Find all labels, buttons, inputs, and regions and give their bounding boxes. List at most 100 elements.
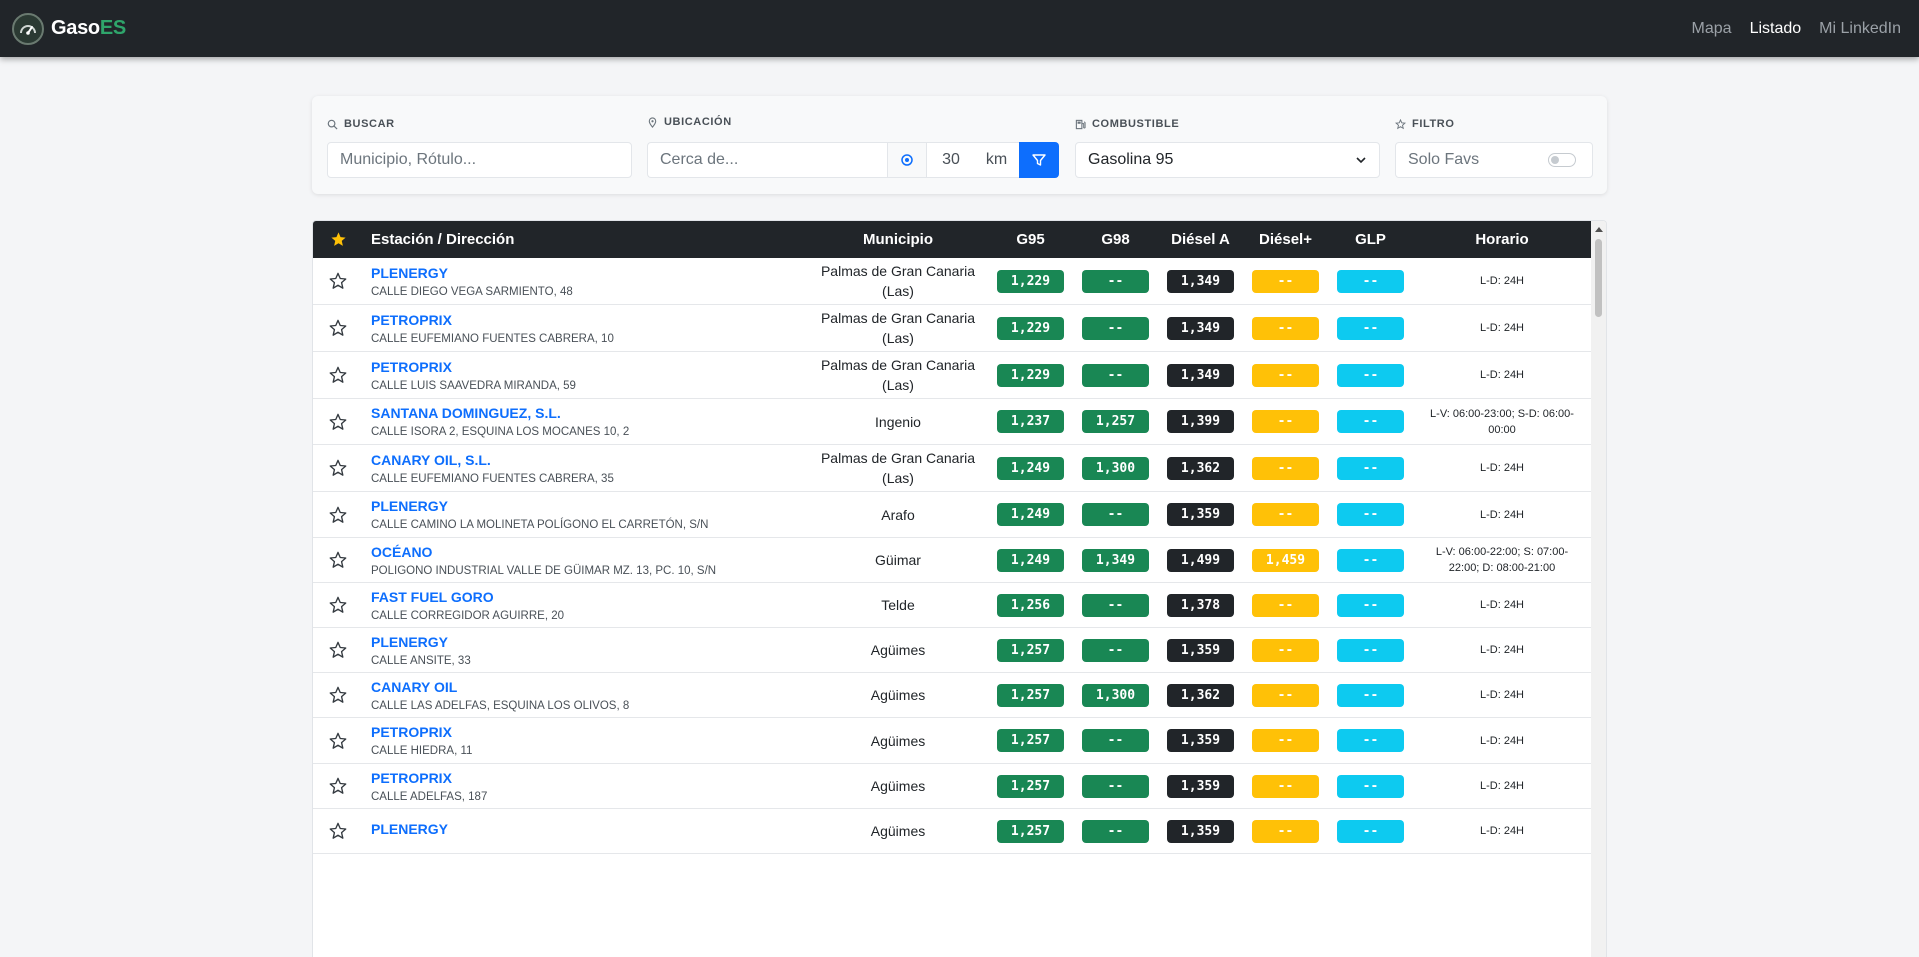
favorite-star-icon[interactable]	[313, 628, 363, 672]
favorite-star-icon[interactable]	[313, 809, 363, 853]
table-row[interactable]: CANARY OIL, S.L. CALLE EUFEMIANO FUENTES …	[313, 445, 1593, 492]
table-row[interactable]: FAST FUEL GORO CALLE CORREGIDOR AGUIRRE, …	[313, 583, 1593, 628]
table-row[interactable]: PETROPRIX CALLE EUFEMIANO FUENTES CABRERA…	[313, 305, 1593, 352]
price-g98: 1,257	[1082, 410, 1149, 433]
favorite-star-icon[interactable]	[313, 718, 363, 763]
favorite-star-icon[interactable]	[313, 445, 363, 491]
fuel-selected: Gasolina 95	[1088, 151, 1174, 168]
station-name[interactable]: CANARY OIL	[371, 679, 457, 695]
price-glp: --	[1337, 548, 1404, 572]
nav-link-linkedin[interactable]: Mi LinkedIn	[1819, 20, 1901, 38]
table-row[interactable]: PLENERGY CALLE DIEGO VEGA SARMIENTO, 48 Pa…	[313, 258, 1593, 305]
price-g95-cell: 1,249	[988, 492, 1073, 537]
locate-button[interactable]	[887, 142, 927, 178]
station-address: CALLE EUFEMIANO FUENTES CABRERA, 10	[371, 332, 614, 345]
price-g98-cell: 1,300	[1073, 673, 1158, 717]
location-input[interactable]: Cerca de...	[647, 142, 888, 178]
price-glp-cell: --	[1328, 258, 1413, 304]
price-diesel-plus: --	[1252, 729, 1319, 752]
price-g98-cell: --	[1073, 305, 1158, 351]
price-diesel-plus-cell: --	[1243, 809, 1328, 853]
apply-filter-button[interactable]	[1019, 142, 1059, 178]
price-glp-cell: --	[1328, 492, 1413, 537]
price-glp: --	[1337, 410, 1404, 433]
price-diesel-a: 1,359	[1167, 638, 1234, 662]
station-name[interactable]: OCÉANO	[371, 544, 432, 560]
header-diesel-a[interactable]: Diésel A	[1158, 221, 1243, 258]
price-g95-cell: 1,257	[988, 764, 1073, 808]
price-diesel-plus: --	[1252, 363, 1319, 387]
scrollbar[interactable]	[1591, 221, 1606, 957]
table-row[interactable]: PETROPRIX CALLE ADELFAS, 187 Agüimes 1,257-…	[313, 764, 1593, 809]
favorite-column-header[interactable]	[313, 221, 363, 258]
station-name[interactable]: PLENERGY	[371, 498, 448, 514]
table-row[interactable]: PLENERGY Agüimes 1,257 -- 1,359 -- -- L-D: 24H	[313, 809, 1593, 854]
table-row[interactable]: OCÉANO POLIGONO INDUSTRIAL VALLE DE GÜIMA…	[313, 538, 1593, 583]
header-glp[interactable]: GLP	[1328, 221, 1413, 258]
price-g95: 1,229	[997, 316, 1064, 340]
brand[interactable]: GasoES	[12, 12, 126, 45]
favorite-star-icon[interactable]	[313, 352, 363, 398]
station-cell: CANARY OIL, S.L. CALLE EUFEMIANO FUENTES …	[371, 445, 811, 491]
scroll-up-arrow[interactable]	[1591, 221, 1606, 236]
scrollbar-thumb[interactable]	[1595, 239, 1602, 317]
price-diesel-a: 1,349	[1167, 269, 1234, 293]
station-name[interactable]: PETROPRIX	[371, 359, 452, 375]
favorite-star-icon[interactable]	[313, 583, 363, 627]
header-municipio[interactable]: Municipio	[813, 221, 983, 258]
table-row[interactable]: PLENERGY CALLE CAMINO LA MOLINETA POLÍGON…	[313, 492, 1593, 538]
table-row[interactable]: SANTANA DOMINGUEZ, S.L. CALLE ISORA 2, ES…	[313, 399, 1593, 445]
table-header: Estación / Dirección Municipio G95 G98 D…	[313, 221, 1593, 258]
station-name[interactable]: PLENERGY	[371, 821, 448, 837]
table-row[interactable]: PETROPRIX CALLE LUIS SAAVEDRA MIRANDA, 59…	[313, 352, 1593, 399]
price-g95-cell: 1,237	[988, 399, 1073, 444]
price-diesel-a-cell: 1,359	[1158, 492, 1243, 537]
favorite-star-icon[interactable]	[313, 305, 363, 351]
nav-link-listado[interactable]: Listado	[1750, 20, 1802, 38]
search-input[interactable]: Municipio, Rótulo...	[327, 142, 632, 178]
favorite-star-icon[interactable]	[313, 492, 363, 537]
header-g98[interactable]: G98	[1073, 221, 1158, 258]
search-label: BUSCAR	[327, 118, 395, 130]
price-g95: 1,249	[997, 503, 1064, 526]
header-g95[interactable]: G95	[988, 221, 1073, 258]
station-name[interactable]: SANTANA DOMINGUEZ, S.L.	[371, 405, 561, 421]
nav-link-mapa[interactable]: Mapa	[1692, 20, 1732, 38]
table-row[interactable]: PETROPRIX CALLE HIEDRA, 11 Agüimes 1,257 -- 1…	[313, 718, 1593, 764]
station-name[interactable]: PETROPRIX	[371, 770, 452, 786]
station-address: CALLE EUFEMIANO FUENTES CABRERA, 35	[371, 472, 614, 485]
header-horario[interactable]: Horario	[1421, 221, 1583, 258]
favorite-star-icon[interactable]	[313, 764, 363, 808]
station-cell: PLENERGY	[371, 809, 811, 853]
price-g95: 1,249	[997, 456, 1064, 480]
search-label-text: BUSCAR	[344, 118, 395, 130]
price-g98: --	[1082, 593, 1149, 617]
header-station[interactable]: Estación / Dirección	[371, 221, 514, 258]
price-g95-cell: 1,256	[988, 583, 1073, 627]
municipio: Agüimes	[870, 732, 926, 749]
station-name[interactable]: PETROPRIX	[371, 312, 452, 328]
price-diesel-plus: --	[1252, 774, 1319, 798]
station-name[interactable]: PLENERGY	[371, 265, 448, 281]
fuel-select[interactable]: Gasolina 95	[1075, 142, 1380, 178]
header-diesel-plus[interactable]: Diésel+	[1243, 221, 1328, 258]
price-g98-cell: --	[1073, 492, 1158, 537]
brand-name-part1: Gaso	[51, 17, 100, 39]
favorite-star-icon[interactable]	[313, 538, 363, 582]
station-cell: OCÉANO POLIGONO INDUSTRIAL VALLE DE GÜIMA…	[371, 538, 811, 582]
price-g95-cell: 1,257	[988, 628, 1073, 672]
favorite-star-icon[interactable]	[313, 673, 363, 717]
favorites-toggle[interactable]	[1548, 153, 1576, 167]
station-address: CALLE CAMINO LA MOLINETA POLÍGONO EL CAR…	[371, 519, 709, 531]
station-name[interactable]: CANARY OIL, S.L.	[371, 452, 491, 468]
favorite-star-icon[interactable]	[313, 258, 363, 304]
station-name[interactable]: PLENERGY	[371, 634, 448, 650]
radius-input[interactable]: 30	[926, 142, 975, 178]
favorite-star-icon[interactable]	[313, 399, 363, 444]
station-name[interactable]: PETROPRIX	[371, 724, 452, 740]
table-row[interactable]: CANARY OIL CALLE LAS ADELFAS, ESQUINA LOS…	[313, 673, 1593, 718]
horario: L-D: 24H	[1479, 825, 1525, 837]
station-name[interactable]: FAST FUEL GORO	[371, 589, 494, 605]
table-row[interactable]: PLENERGY CALLE ANSITE, 33 Agüimes 1,257 -- 1,…	[313, 628, 1593, 673]
price-g98: --	[1082, 729, 1149, 752]
